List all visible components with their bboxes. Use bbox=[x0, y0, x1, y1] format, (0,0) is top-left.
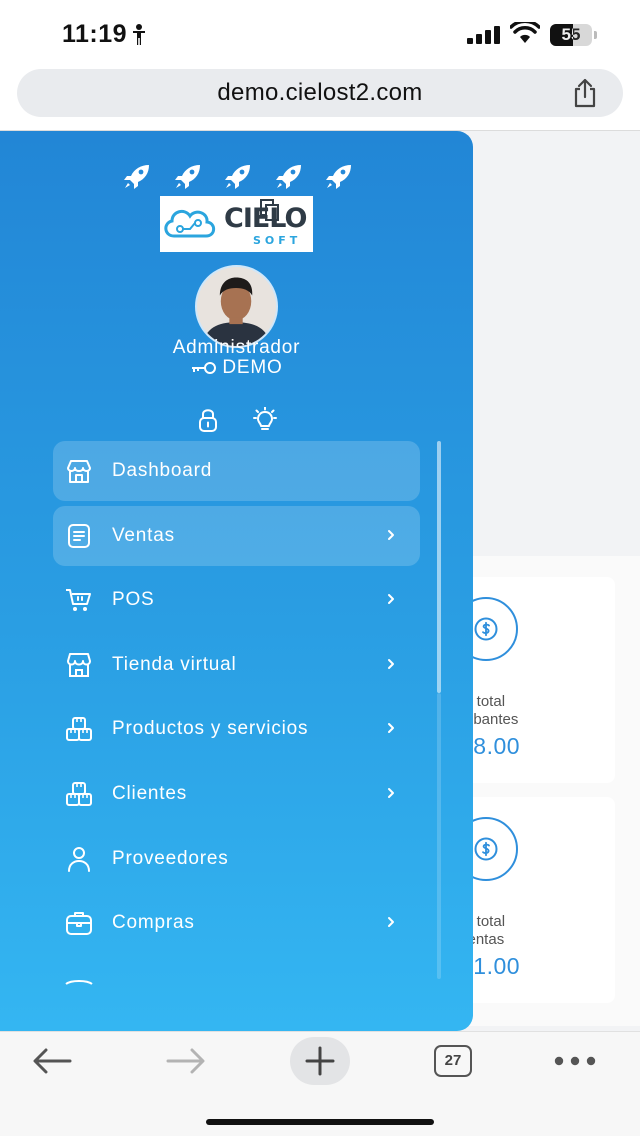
sidebar-item-clientes[interactable]: Clientes bbox=[53, 764, 420, 824]
sidebar-item-pos[interactable]: POS bbox=[53, 570, 420, 630]
status-bar: 11:19 55 bbox=[0, 0, 640, 64]
sidebar-item-proveedores[interactable]: Proveedores bbox=[53, 829, 420, 889]
tab-switcher-button[interactable]: 27 bbox=[434, 1045, 472, 1077]
wifi-icon bbox=[510, 22, 540, 43]
sidebar-item-label: Clientes bbox=[112, 782, 188, 804]
forward-arrow-icon[interactable] bbox=[166, 1048, 206, 1074]
dollar-icon bbox=[474, 837, 498, 861]
rocket-row bbox=[123, 164, 353, 190]
battery-percent: 55 bbox=[561, 25, 581, 44]
sidebar-item-compras[interactable]: Compras bbox=[53, 893, 420, 953]
document-icon bbox=[68, 523, 90, 548]
chevron-right-icon bbox=[388, 594, 394, 605]
company-logo[interactable]: CIELO SOFT bbox=[160, 196, 313, 252]
avatar[interactable] bbox=[195, 265, 278, 348]
profile-photo bbox=[197, 267, 276, 346]
rocket-icon bbox=[124, 165, 149, 189]
sidebar-item-dashboard[interactable]: Dashboard bbox=[53, 441, 420, 501]
user-icon bbox=[68, 846, 90, 872]
sidebar-item-tienda-virtual[interactable]: Tienda virtual bbox=[53, 635, 420, 695]
chevron-right-icon bbox=[388, 658, 394, 669]
battery-indicator: 55 bbox=[550, 24, 598, 46]
sidebar: CIELO SOFT Administrador DEMO Dashboard … bbox=[0, 131, 473, 1031]
chevron-right-icon bbox=[388, 723, 394, 734]
stat-label: to total ventas bbox=[460, 913, 506, 948]
lock-icon[interactable] bbox=[196, 407, 220, 433]
logo-text: CIELO bbox=[224, 203, 307, 234]
partial-menu-icon bbox=[65, 980, 93, 985]
sidebar-item-label: Productos y servicios bbox=[112, 718, 309, 740]
sidebar-item-label: POS bbox=[112, 589, 155, 611]
logo-subtext: SOFT bbox=[253, 234, 302, 247]
rocket-icon bbox=[174, 165, 200, 189]
sidebar-item-label: Tienda virtual bbox=[112, 653, 237, 675]
home-icon bbox=[67, 460, 91, 483]
sidebar-item-label: Proveedores bbox=[112, 847, 229, 869]
sidebar-item-ventas[interactable]: Ventas bbox=[53, 505, 420, 566]
user-name: Administrador bbox=[172, 337, 301, 358]
briefcase-icon bbox=[66, 912, 92, 936]
sidebar-scrollbar-track bbox=[437, 693, 441, 979]
lightbulb-icon[interactable] bbox=[251, 407, 279, 433]
sidebar-menu: Dashboard Ventas POS Tienda virtual Prod… bbox=[53, 441, 420, 958]
accessibility-person-icon bbox=[133, 24, 145, 45]
cellular-signal-icon bbox=[467, 26, 500, 44]
sidebar-item-label: Compras bbox=[112, 912, 195, 934]
sidebar-scrollbar-thumb[interactable] bbox=[437, 441, 441, 693]
rocket-icon bbox=[225, 165, 250, 189]
dollar-icon bbox=[474, 617, 498, 641]
chevron-right-icon bbox=[388, 917, 394, 928]
home-indicator bbox=[206, 1119, 434, 1125]
new-tab-button[interactable] bbox=[290, 1037, 350, 1085]
rocket-icon bbox=[275, 165, 301, 189]
boxes-icon bbox=[66, 781, 92, 806]
sidebar-item-label: Dashboard bbox=[112, 460, 213, 481]
address-bar[interactable]: demo.cielost2.com bbox=[17, 69, 623, 117]
cart-icon bbox=[66, 589, 91, 612]
user-role: DEMO bbox=[222, 357, 283, 378]
back-arrow-icon[interactable] bbox=[32, 1048, 72, 1074]
status-time: 11:19 bbox=[62, 20, 128, 48]
store-icon bbox=[67, 652, 91, 677]
share-icon[interactable] bbox=[571, 78, 599, 108]
chevron-right-icon bbox=[388, 529, 394, 540]
sidebar-item-label: Ventas bbox=[112, 524, 175, 546]
quick-actions bbox=[196, 407, 280, 433]
rocket-icon bbox=[326, 165, 351, 189]
plus-icon bbox=[305, 1046, 335, 1076]
url-text[interactable]: demo.cielost2.com bbox=[17, 69, 623, 117]
key-icon bbox=[192, 362, 217, 374]
boxes-icon bbox=[66, 717, 92, 742]
user-role-row: DEMO bbox=[0, 357, 473, 381]
sidebar-item-productos[interactable]: Productos y servicios bbox=[53, 699, 420, 759]
chevron-right-icon bbox=[388, 787, 394, 798]
stat-label: to total robantes bbox=[460, 693, 519, 728]
more-options-icon[interactable] bbox=[554, 1056, 596, 1066]
